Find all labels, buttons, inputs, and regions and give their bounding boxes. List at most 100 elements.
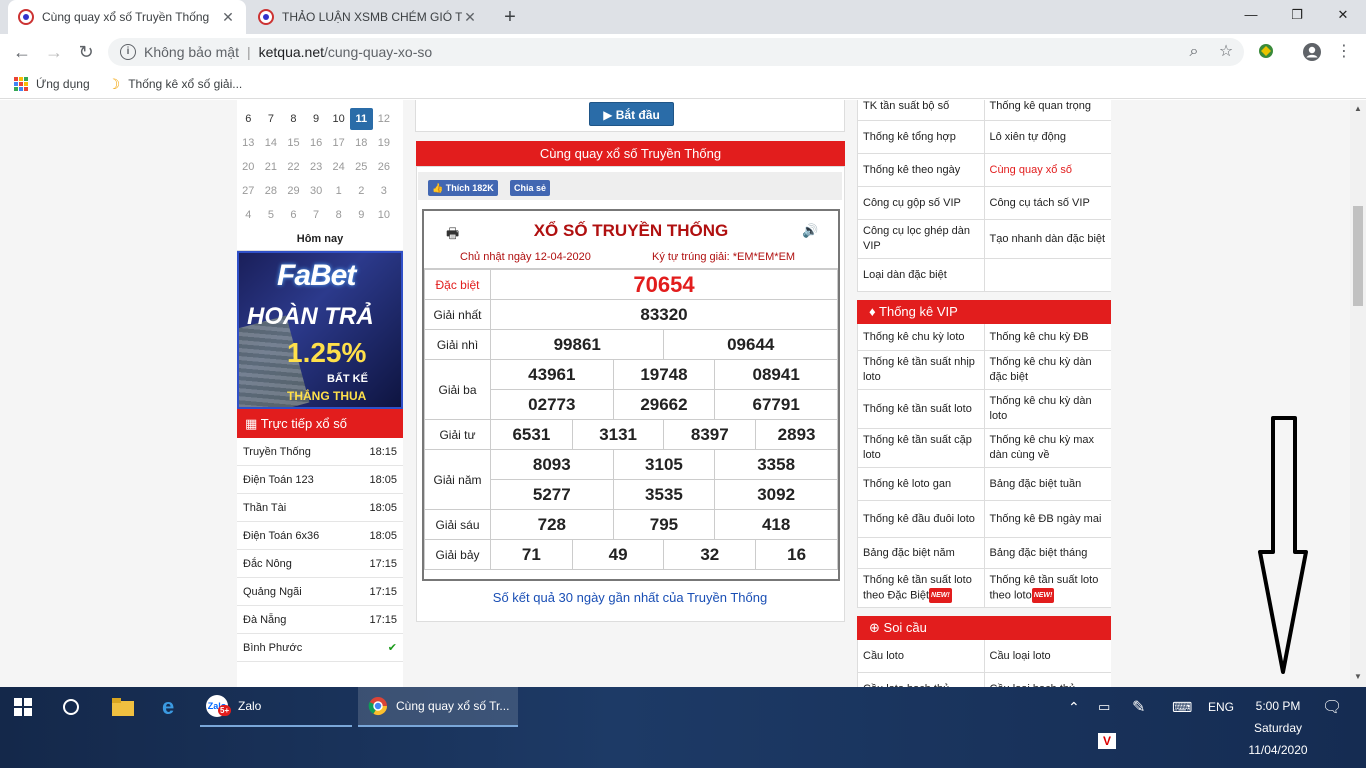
calendar-day[interactable]: 7 bbox=[305, 209, 328, 221]
menu-link[interactable]: Thống kê tần suất cặp loto bbox=[858, 429, 985, 467]
live-lottery-item[interactable]: Truyền Thống 18:15 bbox=[237, 438, 403, 466]
calendar-day[interactable]: 2 bbox=[350, 185, 373, 197]
fb-share-button[interactable]: Chia sẻ bbox=[510, 180, 551, 196]
tray-app-icon[interactable]: V bbox=[1098, 731, 1116, 751]
show-hidden-icons-icon[interactable]: ⌃ bbox=[1068, 687, 1080, 727]
calendar-day[interactable]: 17 bbox=[327, 137, 350, 149]
action-center-icon[interactable]: 🗨 bbox=[1322, 687, 1342, 727]
info-icon[interactable]: i bbox=[120, 44, 136, 60]
close-window-icon[interactable]: ✕ bbox=[1320, 0, 1366, 30]
menu-link[interactable]: Thống kê chu kỳ dàn loto bbox=[985, 390, 1112, 428]
menu-link[interactable]: Thống kê chu kỳ loto bbox=[858, 324, 985, 350]
calendar-day[interactable]: 30 bbox=[305, 185, 328, 197]
menu-link[interactable]: Cầu loại loto bbox=[985, 640, 1112, 672]
menu-link[interactable]: Công cụ lọc ghép dàn VIP bbox=[858, 220, 985, 258]
live-lottery-item[interactable]: Đắc Nông 17:15 bbox=[237, 550, 403, 578]
speaker-icon[interactable]: 🔊 bbox=[802, 223, 818, 239]
calendar-day[interactable]: 28 bbox=[260, 185, 283, 197]
menu-link[interactable]: Thống kê tần suất loto theo loto NEW! bbox=[985, 569, 1112, 607]
back-icon[interactable]: ← bbox=[10, 40, 34, 64]
calendar-day[interactable]: 26 bbox=[373, 161, 396, 173]
new-tab-button[interactable]: + bbox=[498, 5, 522, 29]
bookmark-star-icon[interactable]: ☆ bbox=[1216, 42, 1236, 62]
menu-link[interactable]: Thống kê tần suất loto theo Đặc Biệt NEW! bbox=[858, 569, 985, 608]
menu-link[interactable]: Thống kê chu kỳ max dàn cùng về bbox=[985, 429, 1112, 467]
address-bar[interactable]: i Không bảo mật | ketqua.net/cung-quay-x… bbox=[108, 38, 1244, 66]
calendar-day[interactable]: 23 bbox=[305, 161, 328, 173]
close-tab-icon[interactable]: ✕ bbox=[462, 9, 478, 26]
menu-link[interactable]: Thống kê theo ngày bbox=[858, 154, 985, 186]
calendar-day[interactable]: 4 bbox=[237, 209, 260, 221]
bookmark-apps[interactable]: Ứng dụng bbox=[14, 77, 90, 91]
menu-link[interactable]: Thống kê chu kỳ dàn đặc biệt bbox=[985, 351, 1112, 389]
clock-date[interactable]: 11/04/2020 bbox=[1238, 743, 1318, 757]
menu-link[interactable]: Cầu loại bạch thủ bbox=[985, 673, 1112, 687]
calendar-day[interactable]: 22 bbox=[282, 161, 305, 173]
edge-browser-icon[interactable]: e bbox=[162, 687, 174, 727]
fabet-ad-banner[interactable]: FaBet HOÀN TRẢ 1.25% BẤT KỂ THẮNG THUA bbox=[237, 251, 403, 409]
menu-link[interactable]: Bảng đặc biệt tuần bbox=[985, 468, 1112, 500]
recent-results-link[interactable]: Số kết quả 30 ngày gần nhất của Truyền T… bbox=[415, 590, 845, 605]
close-tab-icon[interactable]: ✕ bbox=[220, 9, 236, 26]
calendar-day[interactable]: 5 bbox=[260, 209, 283, 221]
tab-active[interactable]: Cùng quay xổ số Truyền Thống ✕ bbox=[8, 0, 246, 34]
calendar-day[interactable]: 6 bbox=[237, 113, 260, 125]
clock-time[interactable]: 5:00 PM bbox=[1238, 699, 1318, 713]
live-lottery-item[interactable]: Bình Phước ✔ bbox=[237, 634, 403, 662]
forward-icon[interactable]: → bbox=[42, 40, 66, 64]
clock-day[interactable]: Saturday bbox=[1238, 721, 1318, 735]
pen-icon[interactable]: ✎ bbox=[1132, 687, 1145, 727]
menu-link[interactable]: Loại dàn đặc biệt bbox=[858, 259, 985, 291]
reload-icon[interactable]: ↻ bbox=[74, 40, 98, 64]
calendar-day[interactable]: 7 bbox=[260, 113, 283, 125]
calendar-day[interactable]: 9 bbox=[305, 113, 328, 125]
calendar-day[interactable]: 25 bbox=[350, 161, 373, 173]
menu-link[interactable]: Tạo nhanh dàn đặc biệt bbox=[985, 220, 1112, 258]
menu-link[interactable]: Lô xiên tự động bbox=[985, 121, 1112, 153]
profile-avatar-icon[interactable] bbox=[1302, 42, 1322, 62]
live-lottery-item[interactable]: Đà Nẵng 17:15 bbox=[237, 606, 403, 634]
calendar-day[interactable]: 20 bbox=[237, 161, 260, 173]
calendar-day[interactable]: 12 bbox=[373, 113, 396, 125]
menu-link[interactable]: Thống kê ĐB ngày mai bbox=[985, 501, 1112, 537]
calendar-day[interactable]: 6 bbox=[282, 209, 305, 221]
scroll-down-icon[interactable]: ▼ bbox=[1354, 672, 1362, 681]
calendar-day[interactable]: 14 bbox=[260, 137, 283, 149]
menu-link[interactable]: TK tần suất bộ số bbox=[858, 100, 985, 120]
menu-link[interactable]: Cầu loto bbox=[858, 640, 985, 673]
calendar-day[interactable]: 8 bbox=[327, 209, 350, 221]
calendar-day[interactable]: 13 bbox=[237, 137, 260, 149]
menu-link[interactable]: Công cụ gộp số VIP bbox=[858, 187, 985, 219]
input-language[interactable]: ENG bbox=[1208, 687, 1234, 727]
menu-link[interactable]: Thống kê tần suất loto bbox=[858, 390, 985, 428]
calendar-day[interactable]: 27 bbox=[237, 185, 260, 197]
menu-link[interactable]: Cầu loto bạch thủ bbox=[858, 673, 985, 687]
tray-network-icon[interactable]: ▭ bbox=[1098, 687, 1110, 727]
live-lottery-item[interactable]: Quảng Ngãi 17:15 bbox=[237, 578, 403, 606]
tab-inactive[interactable]: THẢO LUẬN XSMB CHÉM GIÓ TỪ ✕ bbox=[248, 0, 488, 34]
scroll-thumb[interactable] bbox=[1353, 206, 1363, 306]
page-scrollbar[interactable]: ▲ ▼ bbox=[1350, 100, 1366, 687]
file-explorer-icon[interactable] bbox=[112, 687, 134, 727]
minimize-icon[interactable]: — bbox=[1228, 0, 1274, 30]
calendar-day[interactable]: 29 bbox=[282, 185, 305, 197]
start-button[interactable]: ▶ Bắt đầu bbox=[589, 102, 674, 126]
zoom-icon[interactable]: ⌕ bbox=[1184, 42, 1204, 62]
calendar-day[interactable]: 8 bbox=[282, 113, 305, 125]
menu-link[interactable]: Bảng đặc biệt tháng bbox=[985, 538, 1112, 568]
keyboard-icon[interactable]: ⌨ bbox=[1172, 687, 1192, 727]
menu-link[interactable]: Thống kê loto gan bbox=[858, 468, 985, 500]
live-lottery-item[interactable]: Thần Tài 18:05 bbox=[237, 494, 403, 522]
menu-link[interactable]: Bảng đặc biệt năm bbox=[858, 538, 985, 568]
fb-like-button[interactable]: 👍 Thích 182K bbox=[428, 180, 498, 196]
today-link[interactable]: Hôm nay bbox=[237, 227, 403, 251]
live-lottery-item[interactable]: Điện Toán 123 18:05 bbox=[237, 466, 403, 494]
bookmark-thong-ke[interactable]: ☽ Thống kê xổ số giải... bbox=[108, 76, 243, 93]
calendar-day[interactable]: 18 bbox=[350, 137, 373, 149]
extension-icon[interactable] bbox=[1256, 42, 1276, 62]
menu-link[interactable]: Thống kê tổng hợp bbox=[858, 121, 985, 153]
cortana-search-icon[interactable] bbox=[62, 687, 80, 727]
windows-start-icon[interactable] bbox=[14, 687, 32, 727]
scroll-up-icon[interactable]: ▲ bbox=[1354, 104, 1362, 113]
calendar-day[interactable]: 19 bbox=[373, 137, 396, 149]
